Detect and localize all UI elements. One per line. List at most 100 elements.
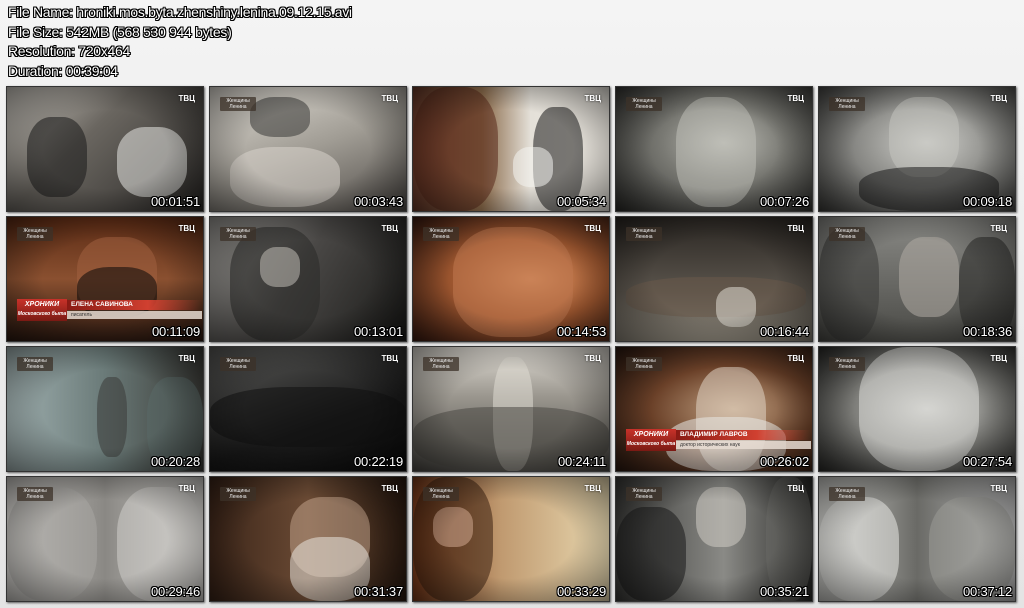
channel-logo: ТВЦ — [990, 224, 1007, 233]
program-logo: Женщины Ленина — [626, 227, 662, 241]
video-thumbnail[interactable]: Женщины Ленина ТВЦ ХРОНИКИ Московского быта Е… — [6, 216, 204, 342]
thumbnail-timestamp: 00:27:54 — [962, 454, 1012, 469]
thumbnail-timestamp: 00:37:12 — [962, 584, 1012, 599]
thumbnail-vignette — [7, 87, 203, 211]
channel-logo: ТВЦ — [381, 94, 398, 103]
thumbnail-timestamp: 00:18:36 — [962, 324, 1012, 339]
program-logo: Женщины Ленина — [829, 97, 865, 111]
thumbnail-grid: ТВЦ 00:01:51 Женщины Ленина ТВЦ 00:03:43 ТВЦ 00… — [0, 0, 1024, 608]
thumbnail-timestamp: 00:35:21 — [759, 584, 809, 599]
video-thumbnail[interactable]: ТВЦ 00:01:51 — [6, 86, 204, 212]
video-thumbnail[interactable]: Женщины Ленина ТВЦ 00:24:11 — [412, 346, 610, 472]
thumbnail-timestamp: 00:22:19 — [353, 454, 403, 469]
program-logo-line-2: Ленина — [229, 364, 247, 370]
channel-logo: ТВЦ — [787, 94, 804, 103]
thumbnail-timestamp: 00:03:43 — [353, 194, 403, 209]
program-logo-line-2: Ленина — [635, 494, 653, 500]
program-logo-line-2: Ленина — [26, 494, 44, 500]
program-logo-line-2: Ленина — [432, 234, 450, 240]
program-logo: Женщины Ленина — [17, 357, 53, 371]
program-logo-line-2: Ленина — [838, 494, 856, 500]
video-thumbnail[interactable]: Женщины Ленина ТВЦ 00:22:19 — [209, 346, 407, 472]
channel-logo: ТВЦ — [990, 354, 1007, 363]
thumbnail-timestamp: 00:05:34 — [556, 194, 606, 209]
channel-logo: ТВЦ — [787, 354, 804, 363]
program-logo: Женщины Ленина — [829, 357, 865, 371]
video-thumbnail[interactable]: Женщины Ленина ТВЦ 00:29:46 — [6, 476, 204, 602]
video-thumbnail[interactable]: Женщины Ленина ТВЦ 00:07:26 — [615, 86, 813, 212]
program-logo: Женщины Ленина — [423, 227, 459, 241]
program-logo-line-2: Ленина — [838, 364, 856, 370]
thumbnail-timestamp: 00:11:09 — [151, 324, 200, 339]
program-logo: Женщины Ленина — [17, 487, 53, 501]
program-logo: Женщины Ленина — [220, 97, 256, 111]
program-logo: Женщины Ленина — [220, 227, 256, 241]
channel-logo: ТВЦ — [178, 484, 195, 493]
program-logo: Женщины Ленина — [220, 487, 256, 501]
video-thumbnail[interactable]: Женщины Ленина ТВЦ 00:14:53 — [412, 216, 610, 342]
program-logo-line-2: Ленина — [635, 234, 653, 240]
program-logo-line-2: Ленина — [229, 104, 247, 110]
caption-logo-line-2: Московского быта — [626, 441, 676, 447]
caption-speaker-title: доктор исторических наук — [676, 441, 811, 449]
program-logo: Женщины Ленина — [17, 227, 53, 241]
video-thumbnail[interactable]: Женщины Ленина ТВЦ 00:37:12 — [818, 476, 1016, 602]
video-thumbnail[interactable]: Женщины Ленина ТВЦ 00:33:29 — [412, 476, 610, 602]
channel-logo: ТВЦ — [381, 484, 398, 493]
program-logo-line-2: Ленина — [229, 234, 247, 240]
thumbnail-timestamp: 00:26:02 — [759, 454, 809, 469]
channel-logo: ТВЦ — [381, 354, 398, 363]
video-thumbnail[interactable]: Женщины Ленина ТВЦ 00:27:54 — [818, 346, 1016, 472]
channel-logo: ТВЦ — [381, 224, 398, 233]
video-thumbnail[interactable]: Женщины Ленина ТВЦ 00:18:36 — [818, 216, 1016, 342]
thumbnail-timestamp: 00:16:44 — [759, 324, 809, 339]
program-logo: Женщины Ленина — [829, 227, 865, 241]
program-logo-line-2: Ленина — [838, 104, 856, 110]
video-thumbnail[interactable]: Женщины Ленина ТВЦ ХРОНИКИ Московского быта В… — [615, 346, 813, 472]
channel-logo: ТВЦ — [990, 94, 1007, 103]
program-logo-line-2: Ленина — [432, 364, 450, 370]
video-thumbnail[interactable]: Женщины Ленина ТВЦ 00:20:28 — [6, 346, 204, 472]
caption-logo-line-1: ХРОНИКИ — [24, 301, 60, 308]
caption-show-logo: ХРОНИКИ Московского быта — [17, 299, 67, 321]
caption-logo-line-2: Московского быта — [17, 311, 67, 317]
video-thumbnail[interactable]: Женщины Ленина ТВЦ 00:13:01 — [209, 216, 407, 342]
video-thumbnail[interactable]: Женщины Ленина ТВЦ 00:03:43 — [209, 86, 407, 212]
thumbnail-timestamp: 00:14:53 — [556, 324, 606, 339]
speaker-caption: ХРОНИКИ Московского быта ВЛАДИМИР ЛАВРОВ до… — [616, 429, 811, 451]
video-thumbnail[interactable]: Женщины Ленина ТВЦ 00:35:21 — [615, 476, 813, 602]
channel-logo: ТВЦ — [787, 224, 804, 233]
program-logo-line-2: Ленина — [635, 364, 653, 370]
channel-logo: ТВЦ — [584, 224, 601, 233]
program-logo: Женщины Ленина — [423, 357, 459, 371]
program-logo-line-2: Ленина — [26, 234, 44, 240]
thumbnail-vignette — [413, 87, 609, 211]
thumbnail-timestamp: 00:33:29 — [556, 584, 606, 599]
thumbnail-timestamp: 00:20:28 — [150, 454, 200, 469]
video-thumbnail[interactable]: Женщины Ленина ТВЦ 00:31:37 — [209, 476, 407, 602]
program-logo: Женщины Ленина — [626, 357, 662, 371]
thumbnail-timestamp: 00:01:51 — [150, 194, 200, 209]
caption-show-logo: ХРОНИКИ Московского быта — [626, 429, 676, 451]
program-logo: Женщины Ленина — [626, 97, 662, 111]
caption-logo-line-1: ХРОНИКИ — [633, 431, 669, 438]
program-logo-line-2: Ленина — [229, 494, 247, 500]
thumbnail-timestamp: 00:31:37 — [353, 584, 403, 599]
program-logo-line-2: Ленина — [838, 234, 856, 240]
video-thumbnail[interactable]: Женщины Ленина ТВЦ 00:16:44 — [615, 216, 813, 342]
program-logo: Женщины Ленина — [220, 357, 256, 371]
program-logo: Женщины Ленина — [423, 487, 459, 501]
thumbnail-timestamp: 00:07:26 — [759, 194, 809, 209]
program-logo: Женщины Ленина — [829, 487, 865, 501]
channel-logo: ТВЦ — [178, 354, 195, 363]
video-thumbnail[interactable]: Женщины Ленина ТВЦ 00:09:18 — [818, 86, 1016, 212]
thumbnail-timestamp: 00:09:18 — [962, 194, 1012, 209]
channel-logo: ТВЦ — [787, 484, 804, 493]
channel-logo: ТВЦ — [178, 94, 195, 103]
channel-logo: ТВЦ — [584, 484, 601, 493]
speaker-caption: ХРОНИКИ Московского быта ЕЛЕНА САВИНОВА пис… — [7, 299, 202, 321]
program-logo-line-2: Ленина — [432, 494, 450, 500]
channel-logo: ТВЦ — [990, 484, 1007, 493]
video-thumbnail[interactable]: ТВЦ 00:05:34 — [412, 86, 610, 212]
program-logo-line-2: Ленина — [26, 364, 44, 370]
